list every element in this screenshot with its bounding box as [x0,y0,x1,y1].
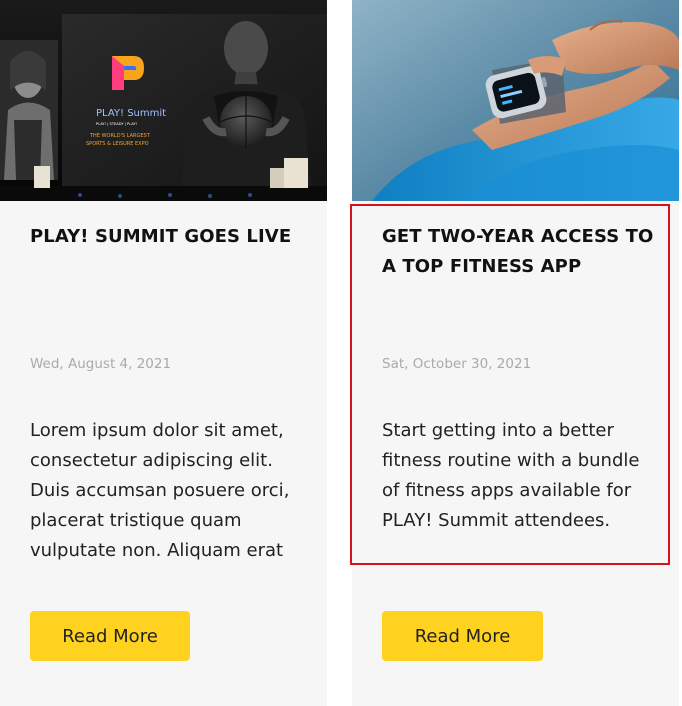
stage-nav-text: PLAY! | STEADY | PLAY! [96,122,137,126]
card-excerpt: Start getting into a better fitness rout… [382,420,640,531]
card-title[interactable]: GET TWO-YEAR ACCESS TO A TOP FITNESS APP [382,222,657,282]
read-more-button[interactable]: Read More [30,611,190,661]
stage-tagline-2: SPORTS & LEISURE EXPO [86,141,149,147]
summit-stage-image[interactable]: PLAY! Summit PLAY! | STEADY | PLAY! THE … [0,0,327,201]
stage-tagline-1: THE WORLD'S LARGEST [89,133,151,139]
card-title[interactable]: PLAY! SUMMIT GOES LIVE [30,222,305,252]
news-card: GET TWO-YEAR ACCESS TO A TOP FITNESS APP… [352,0,679,706]
news-card: PLAY! Summit PLAY! | STEADY | PLAY! THE … [0,0,327,706]
read-more-button[interactable]: Read More [382,611,543,661]
card-excerpt: Lorem ipsum dolor sit amet, consectetur … [30,420,290,561]
card-date: Wed, August 4, 2021 [30,356,172,372]
summit-stage-photo: PLAY! Summit PLAY! | STEADY | PLAY! THE … [0,0,327,201]
smartwatch-wrist-photo [352,0,679,201]
card-date: Sat, October 30, 2021 [382,356,532,372]
smartwatch-image[interactable] [352,0,679,201]
stage-brand-text: PLAY! Summit [96,108,166,119]
